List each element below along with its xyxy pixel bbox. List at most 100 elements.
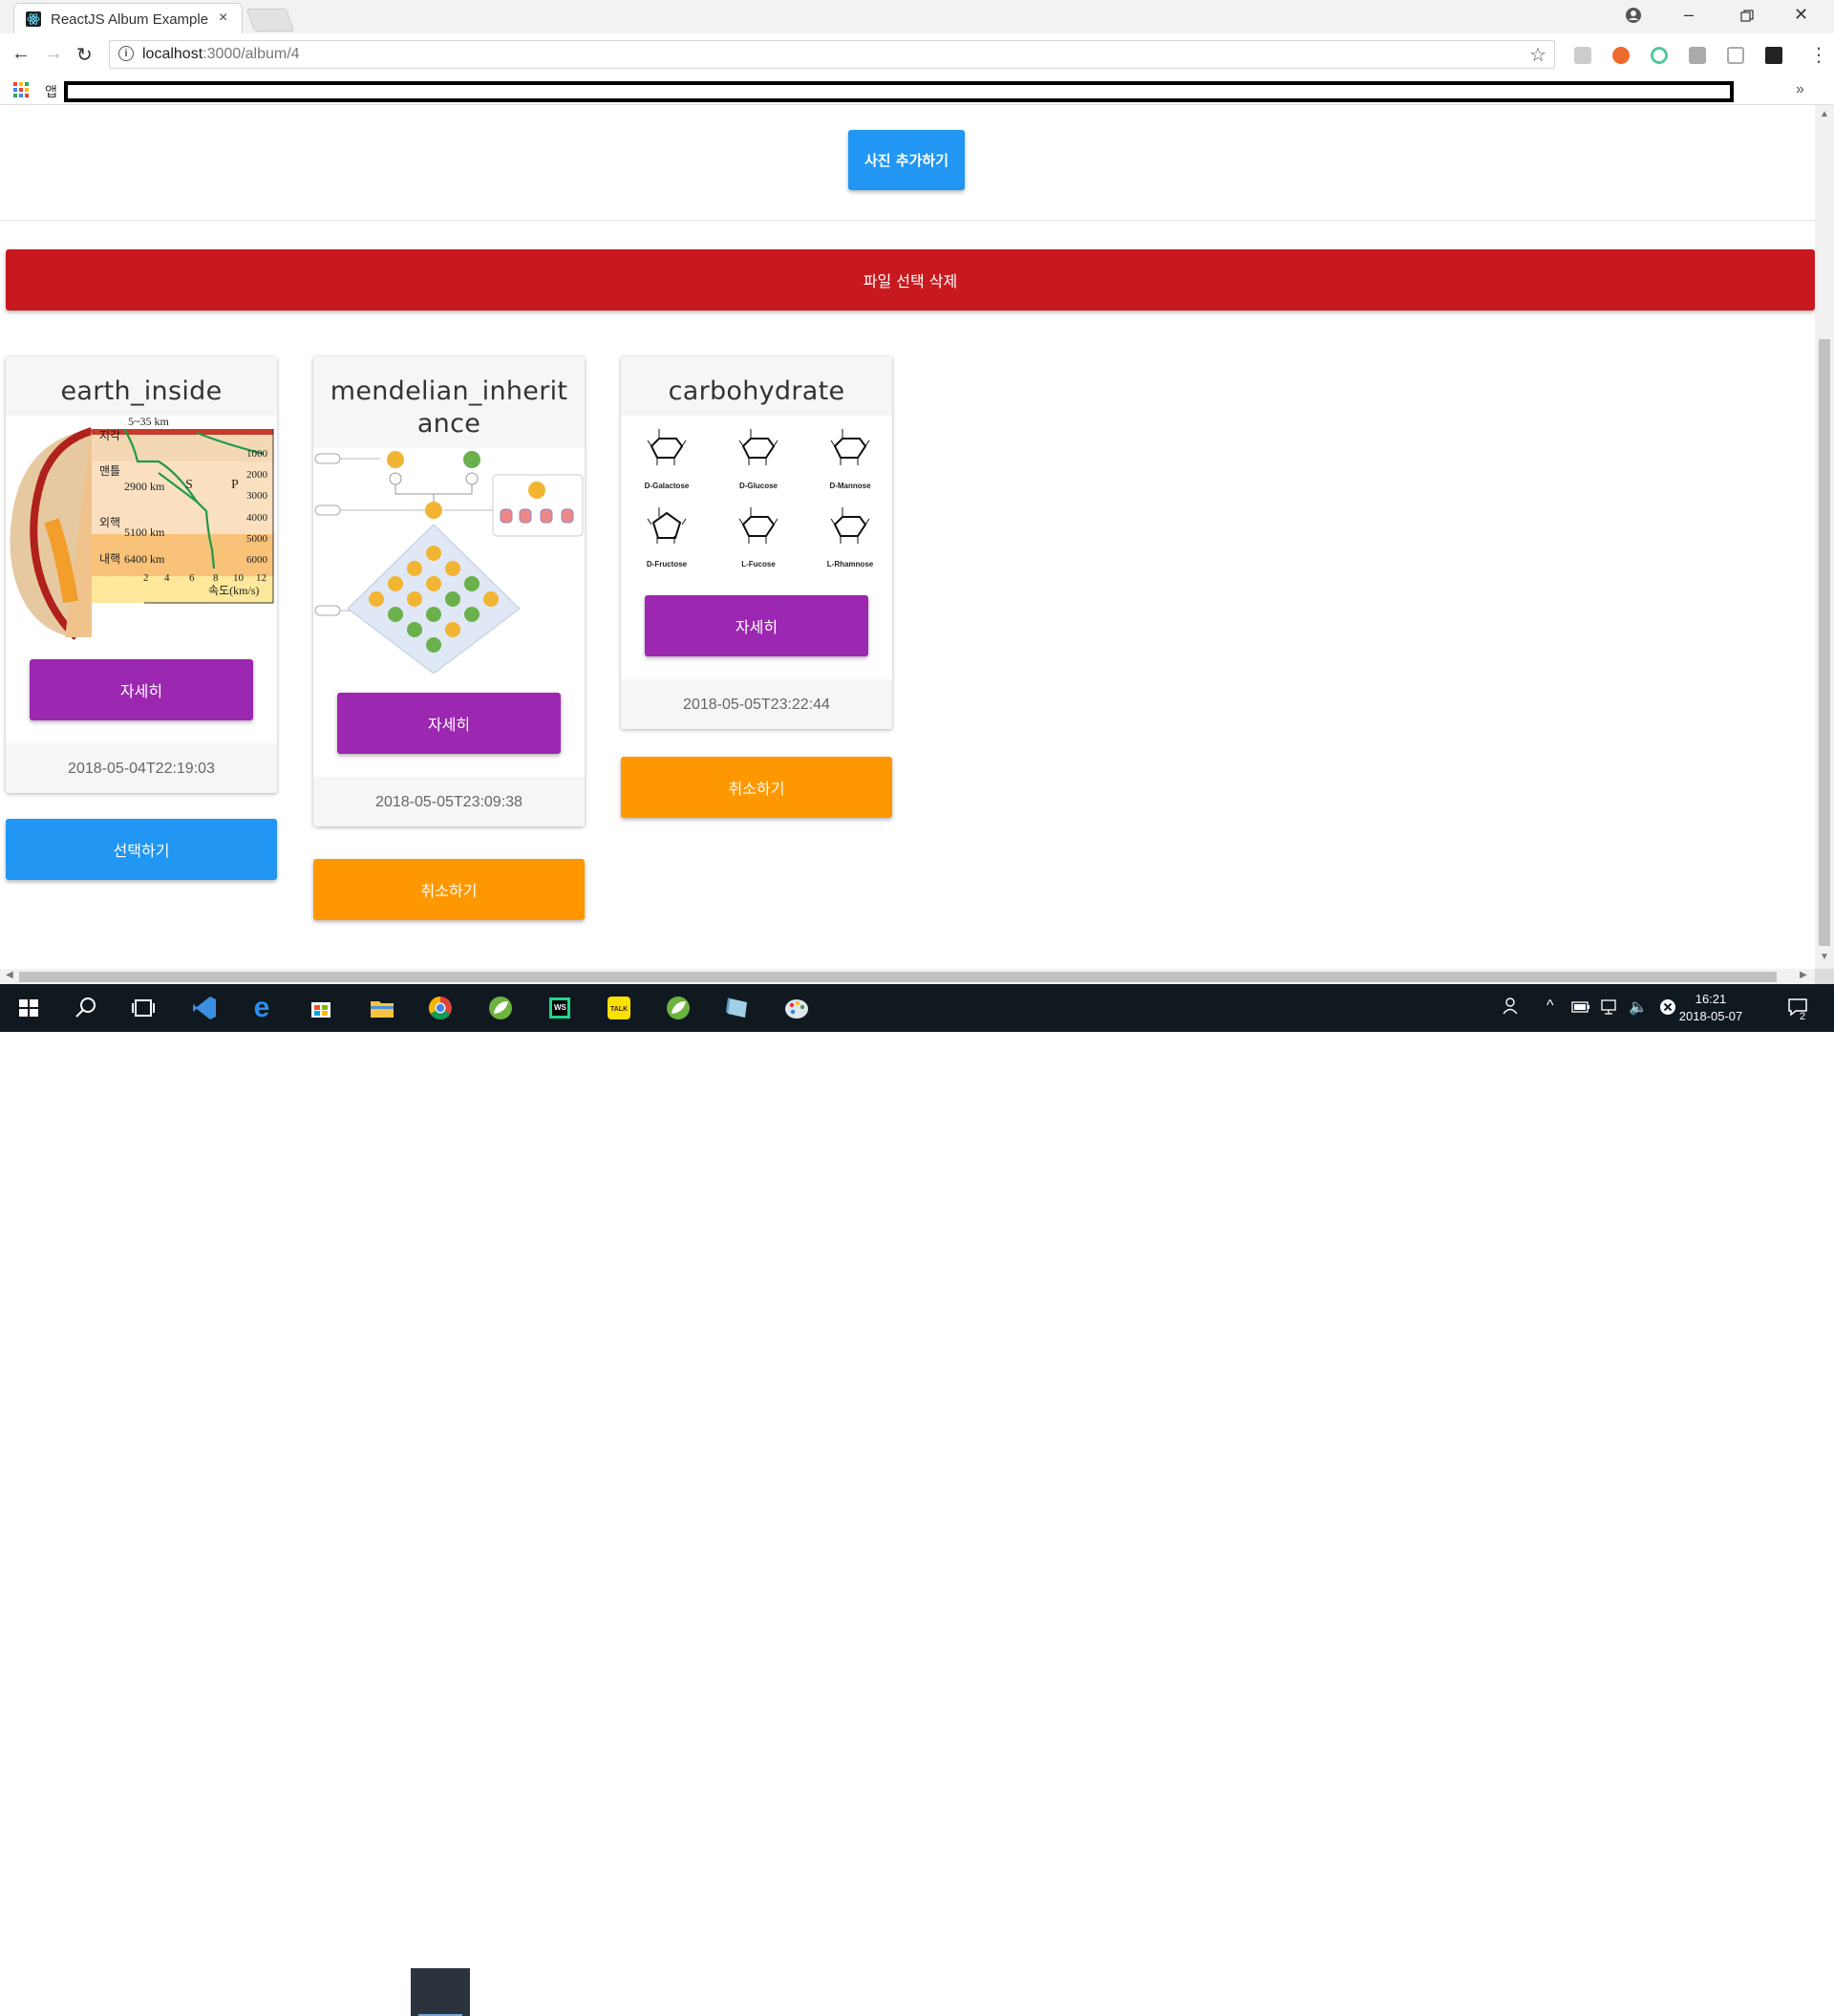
apps-label[interactable]: 앱	[45, 82, 57, 101]
taskbar-active-app	[411, 1968, 470, 2016]
info-icon[interactable]: i	[118, 46, 134, 61]
taskbar: e WS TALK ^ 🔈 16:21 2018-05-07 2	[0, 984, 1834, 2016]
sugar-ring	[833, 516, 867, 537]
select-button[interactable]: 선택하기	[6, 819, 277, 880]
url-text[interactable]: localhost:3000/album/4	[142, 46, 300, 63]
cancel-button[interactable]: 취소하기	[313, 859, 585, 920]
webstorm-icon[interactable]: WS	[544, 993, 575, 1023]
clock[interactable]: 16:21 2018-05-07	[1674, 991, 1747, 1025]
file-explorer-icon[interactable]	[367, 993, 397, 1023]
windows-start-icon[interactable]	[13, 993, 44, 1023]
sugar-bond	[773, 440, 778, 447]
earth-label: 외핵	[99, 516, 120, 529]
svg-text:TALK: TALK	[610, 1006, 628, 1013]
earth-label: 3000	[246, 490, 268, 502]
sugar-ring	[650, 438, 684, 459]
cancel-button[interactable]: 취소하기	[621, 757, 892, 818]
reload-icon[interactable]: ↻	[76, 43, 93, 67]
volume-icon[interactable]: 🔈	[1629, 997, 1648, 1017]
sugar-bond	[738, 518, 744, 525]
punnett-cell	[369, 591, 384, 607]
extension-icon[interactable]	[1689, 47, 1706, 64]
scrollbar-thumb[interactable]	[19, 972, 1777, 982]
page-viewport: 사진 추가하기 파일 선택 삭제 earth_inside 5~35 km 29…	[0, 105, 1815, 969]
bookmarks-more-icon[interactable]: »	[1796, 81, 1804, 98]
store-icon[interactable]	[306, 993, 336, 1023]
chrome-icon[interactable]	[425, 993, 456, 1023]
detail-button[interactable]: 자세히	[645, 595, 868, 656]
pdf-extension-icon[interactable]	[1574, 47, 1591, 64]
extension-icon[interactable]	[1765, 47, 1782, 64]
punnett-cell	[388, 576, 403, 591]
apps-icon[interactable]	[13, 82, 29, 97]
task-view-icon[interactable]	[128, 993, 159, 1023]
extension-icon[interactable]	[1651, 47, 1668, 64]
notifications-icon[interactable]	[1786, 996, 1809, 1019]
new-tab-button[interactable]	[245, 9, 295, 32]
app-icon[interactable]	[722, 993, 753, 1023]
tray-overflow-icon[interactable]: ^	[1546, 997, 1554, 1015]
address-bar[interactable]: i localhost:3000/album/4 ☆	[109, 40, 1555, 69]
scroll-up-icon[interactable]: ▲	[1820, 109, 1829, 119]
sugar-bond	[647, 518, 652, 525]
forward-icon[interactable]: →	[44, 43, 63, 65]
profile-icon[interactable]	[1625, 7, 1642, 24]
menu-icon[interactable]: ⋮	[1809, 43, 1828, 67]
redacted-bookmarks	[64, 81, 1734, 102]
minimize-icon[interactable]: –	[1684, 5, 1694, 25]
card-date: 2018-05-04T22:19:03	[6, 743, 277, 793]
restore-icon[interactable]	[1740, 10, 1754, 23]
spring-icon[interactable]	[485, 993, 516, 1023]
browser-toolbar: ← → ↻ i localhost:3000/album/4 ☆ ⋮	[0, 33, 1834, 77]
tab-close-icon[interactable]: ×	[219, 10, 227, 27]
edge-icon[interactable]: e	[246, 992, 277, 1023]
punnett-cell	[464, 576, 480, 591]
scrollbar-thumb[interactable]	[1819, 339, 1830, 946]
earth-label: 2000	[246, 469, 268, 481]
close-window-icon[interactable]: ✕	[1794, 5, 1808, 25]
extension-icon[interactable]	[1727, 47, 1744, 64]
battery-icon[interactable]	[1571, 1000, 1590, 1014]
punnett-cell	[426, 576, 441, 591]
back-icon[interactable]: ←	[11, 43, 31, 65]
punnett-cell	[445, 591, 460, 607]
punnett-cell	[388, 607, 403, 622]
add-photo-button[interactable]: 사진 추가하기	[848, 130, 965, 190]
scroll-right-icon[interactable]: ▶	[1800, 970, 1807, 980]
delete-selected-button[interactable]: 파일 선택 삭제	[6, 249, 1815, 311]
detail-button[interactable]: 자세히	[30, 659, 253, 720]
earth-label: 지각	[99, 429, 120, 442]
browser-tab[interactable]: ReactJS Album Example ×	[13, 3, 243, 33]
kakaotalk-icon[interactable]: TALK	[604, 993, 634, 1023]
card-title: carbohydrate	[668, 376, 845, 406]
sugar-bond	[681, 440, 687, 447]
earth-label: 6000	[246, 554, 268, 566]
card-image-carbohydrate[interactable]: D-Galactose D-Glucose D-Mannose D-Fructo…	[621, 416, 892, 576]
scroll-corner	[1815, 969, 1834, 984]
photo-card: carbohydrate D-Galactose D-Glucose D-Man…	[621, 356, 892, 729]
punnett-cell	[445, 622, 460, 637]
punnett-cell	[483, 591, 499, 607]
people-icon[interactable]	[1502, 997, 1521, 1016]
bookmark-star-icon[interactable]: ☆	[1529, 43, 1546, 67]
card-title: earth_inside	[60, 376, 223, 406]
search-icon[interactable]	[71, 993, 101, 1023]
network-icon[interactable]	[1600, 998, 1619, 1016]
horizontal-scrollbar[interactable]: ◀ ▶	[0, 969, 1815, 984]
scroll-down-icon[interactable]: ▼	[1820, 952, 1829, 962]
vertical-scrollbar[interactable]: ▲ ▼	[1815, 105, 1834, 969]
extension-icon[interactable]	[1612, 47, 1630, 64]
detail-button[interactable]: 자세히	[337, 693, 561, 754]
notification-count: 2	[1800, 1011, 1806, 1022]
earth-label: 5~35 km	[128, 416, 169, 428]
card-image-mendelian-inheritance[interactable]	[313, 448, 585, 674]
earth-label: 6	[189, 572, 195, 584]
earth-label: P	[231, 478, 239, 492]
earth-label: 5000	[246, 533, 268, 545]
paint-icon[interactable]	[781, 993, 812, 1023]
spring-icon[interactable]	[663, 993, 693, 1023]
molecule-label: D-Glucose	[739, 482, 778, 490]
scroll-left-icon[interactable]: ◀	[6, 970, 13, 980]
card-image-earth-inside[interactable]: 5~35 km 2900 km 5100 km 6400 km S P 1000…	[6, 416, 277, 640]
vscode-icon[interactable]	[189, 993, 220, 1023]
